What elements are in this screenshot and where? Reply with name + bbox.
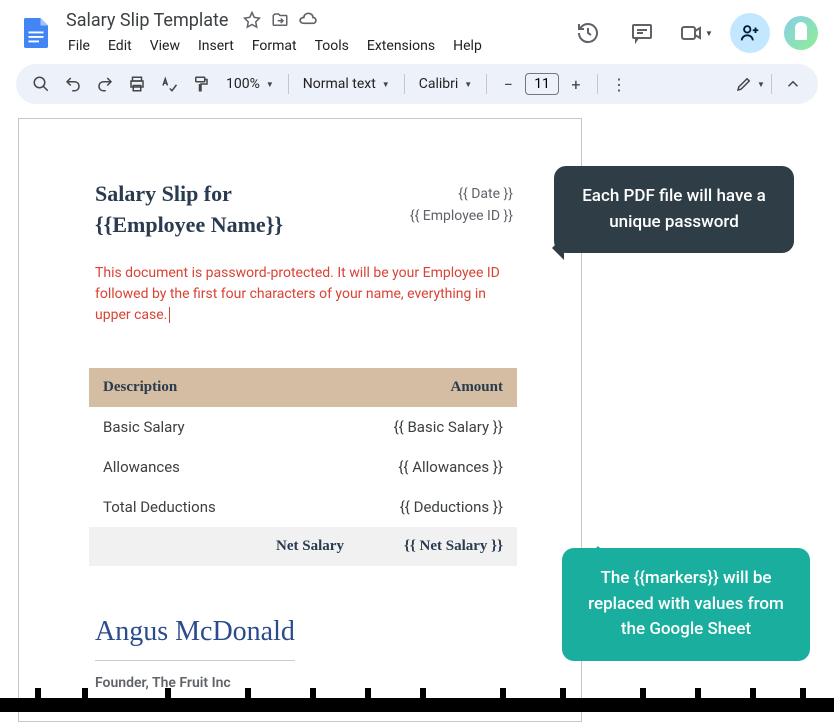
- history-icon[interactable]: [568, 13, 608, 53]
- bottom-edge: [0, 698, 834, 712]
- table-row: Basic Salary{{ Basic Salary }}: [89, 407, 517, 447]
- table-row: Total Deductions{{ Deductions }}: [89, 487, 517, 527]
- menu-tools[interactable]: Tools: [307, 34, 357, 58]
- redo-icon[interactable]: [90, 69, 120, 99]
- move-icon[interactable]: [270, 10, 290, 30]
- menu-bar: File Edit View Insert Format Tools Exten…: [60, 34, 568, 58]
- menu-extensions[interactable]: Extensions: [359, 34, 443, 58]
- zoom-select[interactable]: 100%▼: [218, 76, 282, 92]
- text-cursor: [169, 307, 170, 323]
- share-button[interactable]: [730, 13, 770, 53]
- menu-help[interactable]: Help: [445, 34, 490, 58]
- comment-icon[interactable]: [622, 13, 662, 53]
- title-area: Salary Slip Template File Edit View Inse…: [60, 8, 568, 58]
- net-salary-label[interactable]: Net Salary: [103, 538, 404, 555]
- menu-insert[interactable]: Insert: [190, 34, 242, 58]
- search-icon[interactable]: [26, 69, 56, 99]
- net-salary-value[interactable]: {{ Net Salary }}: [404, 538, 503, 555]
- slip-title[interactable]: Salary Slip for {{Employee Name}}: [95, 179, 283, 241]
- spellcheck-icon[interactable]: [154, 69, 184, 99]
- star-icon[interactable]: [242, 10, 262, 30]
- meet-button[interactable]: ▼: [676, 13, 716, 53]
- callout-markers: The {{markers}} will be replaced with va…: [562, 548, 810, 661]
- edit-mode-icon[interactable]: ▼: [735, 69, 765, 99]
- table-row: Allowances{{ Allowances }}: [89, 447, 517, 487]
- signature[interactable]: Angus McDonald: [95, 616, 513, 648]
- app-header: Salary Slip Template File Edit View Inse…: [0, 0, 834, 60]
- document-title[interactable]: Salary Slip Template: [60, 8, 234, 33]
- paint-format-icon[interactable]: [186, 69, 216, 99]
- salary-table: Description Amount Basic Salary{{ Basic …: [89, 368, 517, 566]
- undo-icon[interactable]: [58, 69, 88, 99]
- font-size-decrease[interactable]: −: [493, 69, 523, 99]
- signature-line: [95, 660, 295, 661]
- print-icon[interactable]: [122, 69, 152, 99]
- font-select[interactable]: Calibri▼: [411, 76, 480, 92]
- warning-text[interactable]: This document is password-protected. It …: [95, 263, 513, 326]
- avatar[interactable]: [784, 16, 818, 50]
- menu-edit[interactable]: Edit: [100, 34, 140, 58]
- header-actions: ▼: [568, 13, 818, 53]
- col-amount[interactable]: Amount: [450, 379, 503, 396]
- menu-file[interactable]: File: [60, 34, 98, 58]
- col-description[interactable]: Description: [103, 379, 177, 396]
- menu-view[interactable]: View: [142, 34, 188, 58]
- callout-password: Each PDF file will have a unique passwor…: [554, 166, 794, 253]
- collapse-icon[interactable]: [778, 69, 808, 99]
- menu-format[interactable]: Format: [244, 34, 305, 58]
- style-select[interactable]: Normal text▼: [295, 76, 398, 92]
- cloud-icon[interactable]: [298, 10, 318, 30]
- font-size-input[interactable]: 11: [525, 73, 559, 95]
- font-size-increase[interactable]: +: [561, 69, 591, 99]
- slip-meta[interactable]: {{ Date }} {{ Employee ID }}: [410, 183, 513, 228]
- document-page: Salary Slip for {{Employee Name}} {{ Dat…: [18, 118, 582, 722]
- toolbar: 100%▼ Normal text▼ Calibri▼ − 11 + ⋮ ▼: [16, 64, 818, 104]
- docs-logo[interactable]: [16, 13, 56, 53]
- more-icon[interactable]: ⋮: [604, 69, 634, 99]
- signature-title[interactable]: Founder, The Fruit Inc: [95, 675, 513, 691]
